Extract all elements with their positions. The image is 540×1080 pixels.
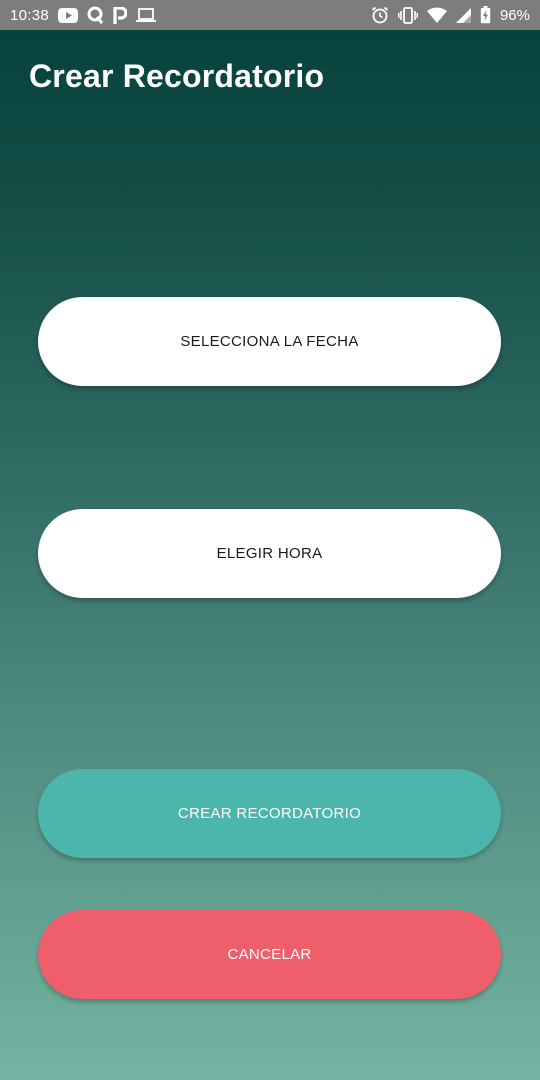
wifi-icon <box>426 6 447 24</box>
battery-charging-icon <box>480 6 491 24</box>
p-app-icon <box>113 6 128 24</box>
vibrate-icon <box>398 6 418 24</box>
q-app-icon <box>87 6 104 24</box>
battery-percent: 96% <box>499 6 530 24</box>
choose-time-button[interactable]: ELEGIR HORA <box>38 509 501 598</box>
create-reminder-screen: 10:38 96% Crear Recordatorio SELECCIONA … <box>0 0 540 1080</box>
signal-icon <box>455 6 471 24</box>
youtube-icon <box>58 6 79 24</box>
alarm-icon <box>371 6 389 24</box>
status-bar: 10:38 96% <box>0 0 540 30</box>
status-bar-right: 96% <box>371 6 530 24</box>
select-date-button[interactable]: SELECCIONA LA FECHA <box>38 297 501 386</box>
create-reminder-button[interactable]: CREAR RECORDATORIO <box>38 769 501 858</box>
page-title: Crear Recordatorio <box>29 58 325 94</box>
laptop-icon <box>136 6 157 24</box>
status-time: 10:38 <box>10 6 50 24</box>
status-bar-left: 10:38 <box>10 6 157 24</box>
cancel-button[interactable]: CANCELAR <box>38 910 501 999</box>
